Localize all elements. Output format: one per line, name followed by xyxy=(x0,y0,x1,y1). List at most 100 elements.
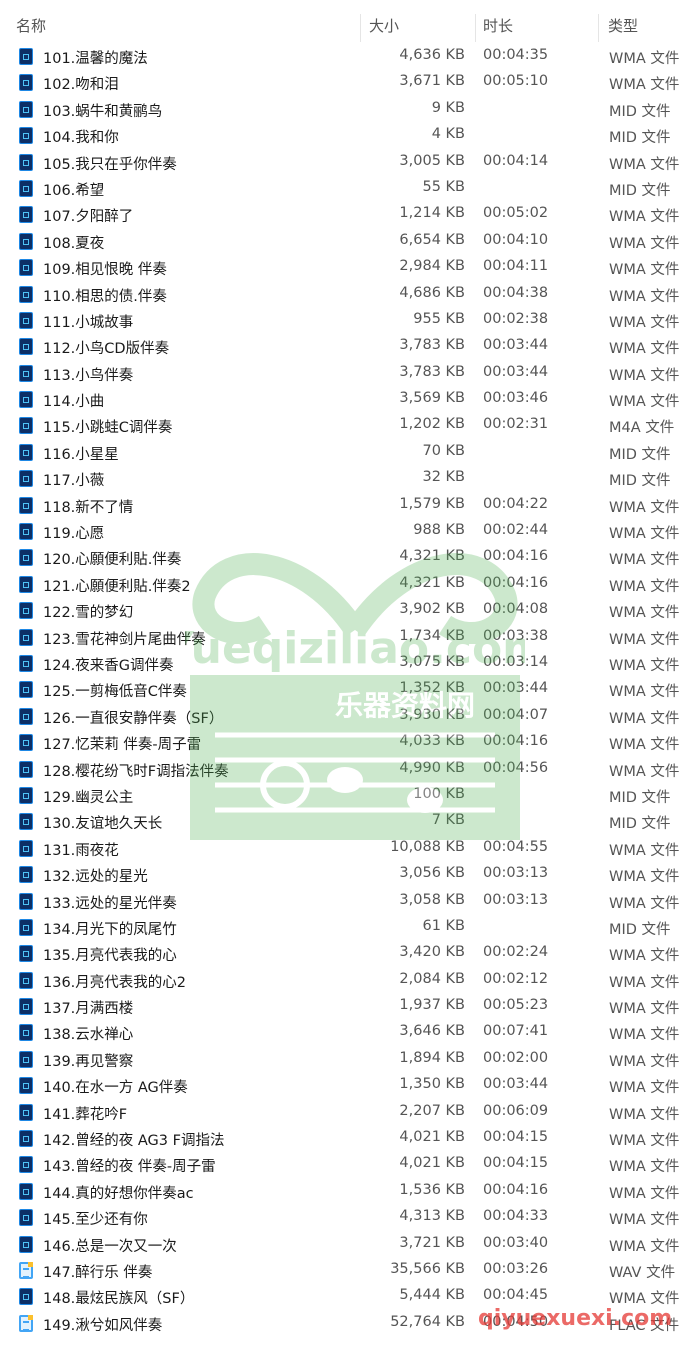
column-divider[interactable] xyxy=(598,14,599,42)
column-size-header[interactable]: 大小 xyxy=(369,15,399,36)
file-type: WMA 文件 xyxy=(609,605,680,622)
file-name: 112.小鸟CD版伴奏 xyxy=(43,341,170,358)
file-row[interactable]: 109.相见恨晚 伴奏 2,984 KB 00:04:11 WMA 文件 xyxy=(0,254,700,280)
file-size: 2,084 KB xyxy=(399,970,465,987)
file-row[interactable]: 124.夜来香G调伴奏 3,075 KB 00:03:14 WMA 文件 xyxy=(0,650,700,676)
file-row[interactable]: 121.心願便利貼.伴奏2 4,321 KB 00:04:16 WMA 文件 xyxy=(0,571,700,597)
file-name: 119.心愿 xyxy=(43,526,105,543)
file-type: FLAC 文件 xyxy=(609,1317,680,1334)
file-row[interactable]: 106.希望 55 KB MID 文件 xyxy=(0,175,700,201)
file-row[interactable]: 147.醉行乐 伴奏 35,566 KB 00:03:26 WAV 文件 xyxy=(0,1257,700,1283)
file-size: 1,352 KB xyxy=(399,680,465,697)
audio-file-icon xyxy=(19,1130,33,1148)
file-type: MID 文件 xyxy=(609,130,671,147)
file-row[interactable]: 114.小曲 3,569 KB 00:03:46 WMA 文件 xyxy=(0,386,700,412)
file-list: 101.温馨的魔法 4,636 KB 00:04:35 WMA 文件 102.吻和泪 3,… xyxy=(0,43,700,1336)
file-row[interactable]: 139.再见警察 1,894 KB 00:02:00 WMA 文件 xyxy=(0,1046,700,1072)
file-row[interactable]: 101.温馨的魔法 4,636 KB 00:04:35 WMA 文件 xyxy=(0,43,700,69)
file-row[interactable]: 122.雪的梦幻 3,902 KB 00:04:08 WMA 文件 xyxy=(0,597,700,623)
file-row[interactable]: 120.心願便利貼.伴奏 4,321 KB 00:04:16 WMA 文件 xyxy=(0,544,700,570)
file-size: 6,654 KB xyxy=(399,231,465,248)
file-size: 1,579 KB xyxy=(399,495,465,512)
file-row[interactable]: 142.曾经的夜 AG3 F调指法 4,021 KB 00:04:15 WMA 文件 xyxy=(0,1125,700,1151)
file-row[interactable]: 119.心愿 988 KB 00:02:44 WMA 文件 xyxy=(0,518,700,544)
file-row[interactable]: 127.忆茉莉 伴奏-周子雷 4,033 KB 00:04:16 WMA 文件 xyxy=(0,729,700,755)
file-row[interactable]: 107.夕阳醉了 1,214 KB 00:05:02 WMA 文件 xyxy=(0,201,700,227)
file-row[interactable]: 144.真的好想你伴奏ac 1,536 KB 00:04:16 WMA 文件 xyxy=(0,1178,700,1204)
file-row[interactable]: 136.月亮代表我的心2 2,084 KB 00:02:12 WMA 文件 xyxy=(0,967,700,993)
file-name: 133.远处的星光伴奏 xyxy=(43,895,177,912)
file-size: 32 KB xyxy=(422,469,465,486)
file-row[interactable]: 113.小鸟伴奏 3,783 KB 00:03:44 WMA 文件 xyxy=(0,360,700,386)
file-row[interactable]: 112.小鸟CD版伴奏 3,783 KB 00:03:44 WMA 文件 xyxy=(0,333,700,359)
file-duration: 00:04:11 xyxy=(483,258,549,275)
file-duration: 00:05:23 xyxy=(483,997,549,1014)
file-row[interactable]: 115.小跳蛙C调伴奏 1,202 KB 00:02:31 M4A 文件 xyxy=(0,412,700,438)
file-size: 52,764 KB xyxy=(390,1313,465,1330)
file-row[interactable]: 146.总是一次又一次 3,721 KB 00:03:40 WMA 文件 xyxy=(0,1231,700,1257)
file-row[interactable]: 141.葬花吟F 2,207 KB 00:06:09 WMA 文件 xyxy=(0,1099,700,1125)
audio-file-icon xyxy=(19,681,33,699)
audio-file-icon xyxy=(19,654,33,672)
file-type: WMA 文件 xyxy=(609,394,680,411)
file-row[interactable]: 110.相思的债.伴奏 4,686 KB 00:04:38 WMA 文件 xyxy=(0,281,700,307)
file-row[interactable]: 117.小薇 32 KB MID 文件 xyxy=(0,465,700,491)
file-row[interactable]: 128.樱花纷飞时F调指法伴奏 4,990 KB 00:04:56 WMA 文件 xyxy=(0,756,700,782)
file-row[interactable]: 102.吻和泪 3,671 KB 00:05:10 WMA 文件 xyxy=(0,69,700,95)
file-type: WMA 文件 xyxy=(609,1238,680,1255)
audio-file-icon xyxy=(19,918,33,936)
audio-file-icon xyxy=(19,1288,33,1306)
file-row[interactable]: 148.最炫民族风（SF） 5,444 KB 00:04:45 WMA 文件 xyxy=(0,1283,700,1309)
file-row[interactable]: 130.友谊地久天长 7 KB MID 文件 xyxy=(0,808,700,834)
file-type: MID 文件 xyxy=(609,103,671,120)
file-row[interactable]: 143.曾经的夜 伴奏-周子雷 4,021 KB 00:04:15 WMA 文件 xyxy=(0,1151,700,1177)
file-row[interactable]: 145.至少还有你 4,313 KB 00:04:33 WMA 文件 xyxy=(0,1204,700,1230)
file-size: 7 KB xyxy=(431,812,465,829)
file-duration: 00:04:15 xyxy=(483,1129,549,1146)
file-row[interactable]: 131.雨夜花 10,088 KB 00:04:55 WMA 文件 xyxy=(0,835,700,861)
file-size: 4,636 KB xyxy=(399,47,465,63)
file-row[interactable]: 126.一直很安静伴奏（SF） 3,930 KB 00:04:07 WMA 文件 xyxy=(0,703,700,729)
file-row[interactable]: 132.远处的星光 3,056 KB 00:03:13 WMA 文件 xyxy=(0,861,700,887)
file-size: 35,566 KB xyxy=(390,1260,465,1277)
file-row[interactable]: 111.小城故事 955 KB 00:02:38 WMA 文件 xyxy=(0,307,700,333)
file-row[interactable]: 140.在水一方 AG伴奏 1,350 KB 00:03:44 WMA 文件 xyxy=(0,1072,700,1098)
file-size: 4,990 KB xyxy=(399,759,465,776)
file-row[interactable]: 103.蜗牛和黄鹂鸟 9 KB MID 文件 xyxy=(0,96,700,122)
audio-file-icon xyxy=(19,813,33,831)
file-row[interactable]: 116.小星星 70 KB MID 文件 xyxy=(0,439,700,465)
file-row[interactable]: 137.月满西楼 1,937 KB 00:05:23 WMA 文件 xyxy=(0,993,700,1019)
file-row[interactable]: 105.我只在乎你伴奏 3,005 KB 00:04:14 WMA 文件 xyxy=(0,149,700,175)
file-row[interactable]: 134.月光下的凤尾竹 61 KB MID 文件 xyxy=(0,914,700,940)
column-name-header[interactable]: 名称 xyxy=(16,15,46,36)
file-type: MID 文件 xyxy=(609,473,671,490)
file-duration: 00:02:38 xyxy=(483,310,549,327)
file-type: WMA 文件 xyxy=(609,526,680,543)
lossless-audio-file-icon xyxy=(19,1314,33,1332)
file-row[interactable]: 104.我和你 4 KB MID 文件 xyxy=(0,122,700,148)
file-row[interactable]: 149.湫兮如风伴奏 52,764 KB 00:04:50 FLAC 文件 xyxy=(0,1310,700,1336)
column-divider[interactable] xyxy=(360,14,361,42)
file-row[interactable]: 135.月亮代表我的心 3,420 KB 00:02:24 WMA 文件 xyxy=(0,940,700,966)
column-divider[interactable] xyxy=(475,14,476,42)
file-name: 117.小薇 xyxy=(43,473,105,490)
file-type: WMA 文件 xyxy=(609,367,680,384)
file-duration: 00:04:16 xyxy=(483,1181,549,1198)
audio-file-icon xyxy=(19,1077,33,1095)
file-type: MID 文件 xyxy=(609,789,671,806)
column-duration-header[interactable]: 时长 xyxy=(483,15,513,36)
file-row[interactable]: 138.云水禅心 3,646 KB 00:07:41 WMA 文件 xyxy=(0,1019,700,1045)
file-row[interactable]: 123.雪花神剑片尾曲伴奏 1,734 KB 00:03:38 WMA 文件 xyxy=(0,624,700,650)
file-row[interactable]: 129.幽灵公主 100 KB MID 文件 xyxy=(0,782,700,808)
file-type: WMA 文件 xyxy=(609,235,680,252)
file-row[interactable]: 118.新不了情 1,579 KB 00:04:22 WMA 文件 xyxy=(0,492,700,518)
file-name: 113.小鸟伴奏 xyxy=(43,367,134,384)
audio-file-icon xyxy=(19,945,33,963)
file-name: 147.醉行乐 伴奏 xyxy=(43,1264,153,1281)
file-row[interactable]: 108.夏夜 6,654 KB 00:04:10 WMA 文件 xyxy=(0,228,700,254)
audio-file-icon xyxy=(19,734,33,752)
column-type-header[interactable]: 类型 xyxy=(608,15,638,36)
file-row[interactable]: 133.远处的星光伴奏 3,058 KB 00:03:13 WMA 文件 xyxy=(0,888,700,914)
file-row[interactable]: 125.一剪梅低音C伴奏 1,352 KB 00:03:44 WMA 文件 xyxy=(0,676,700,702)
file-name: 145.至少还有你 xyxy=(43,1212,148,1229)
